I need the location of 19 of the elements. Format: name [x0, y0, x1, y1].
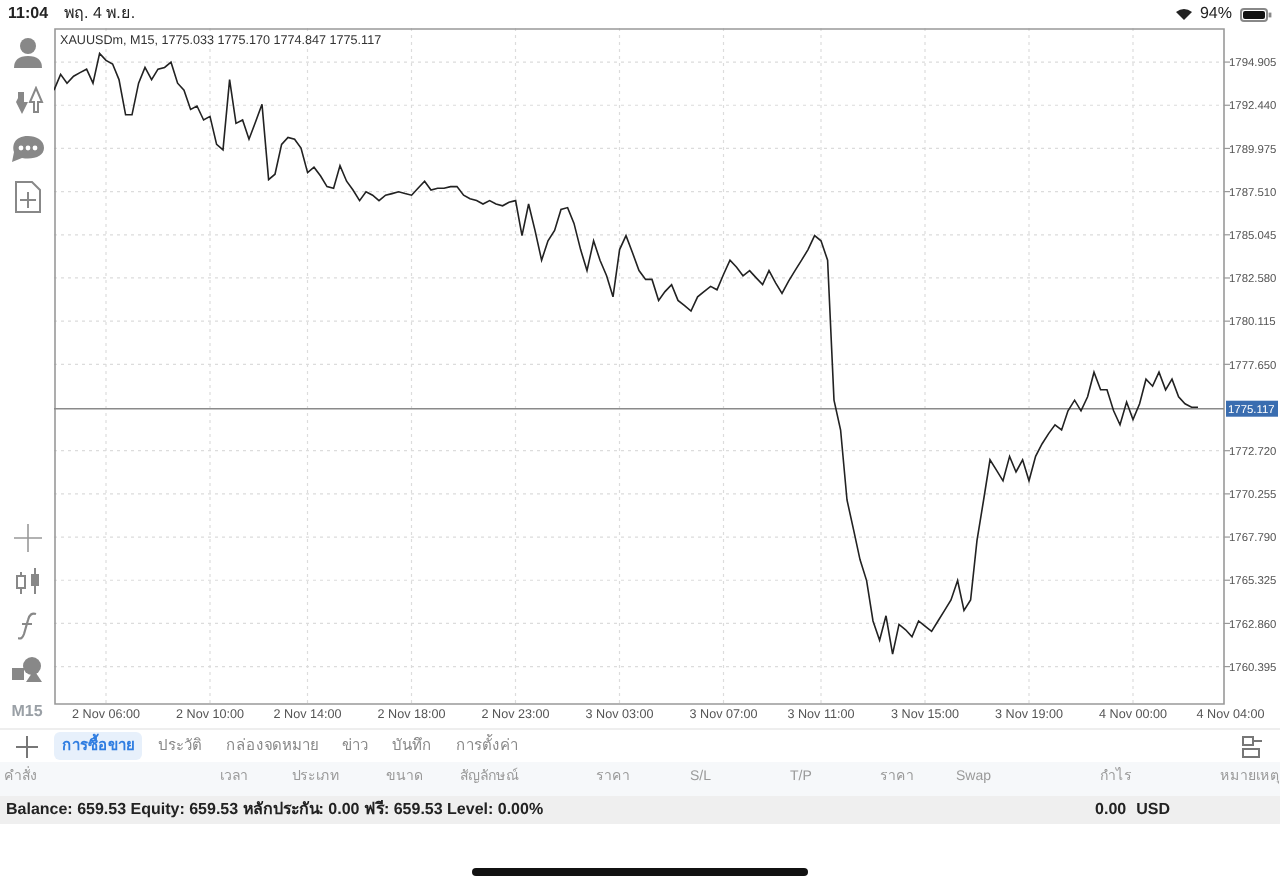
function-icon[interactable] [17, 612, 37, 640]
status-date: พฤ. 4 พ.ย. [64, 2, 136, 26]
candlestick-icon[interactable] [13, 568, 41, 596]
status-time: 11:04 [8, 2, 49, 26]
chat-icon[interactable] [11, 134, 43, 164]
person-icon[interactable] [11, 36, 43, 70]
up-down-arrows-icon[interactable] [11, 86, 43, 118]
battery-icon [1240, 7, 1272, 21]
profit-value: 0.00 [1095, 798, 1127, 822]
wifi-icon [1175, 8, 1192, 20]
timeframe-button[interactable]: M15 [11, 700, 43, 724]
account-summary: Balance: 659.53 Equity: 659.53 หลักประกัน: 0.00 ฟรี: 659.53 Level: 0.00% [6, 798, 544, 822]
new-document-icon[interactable] [13, 180, 41, 214]
layout-icon[interactable] [1242, 735, 1264, 757]
shapes-icon[interactable] [11, 656, 43, 684]
battery-percent: 94% [1199, 2, 1232, 26]
crosshair-icon[interactable] [13, 524, 41, 552]
currency-label: USD [1136, 798, 1170, 822]
add-icon[interactable] [16, 735, 38, 757]
